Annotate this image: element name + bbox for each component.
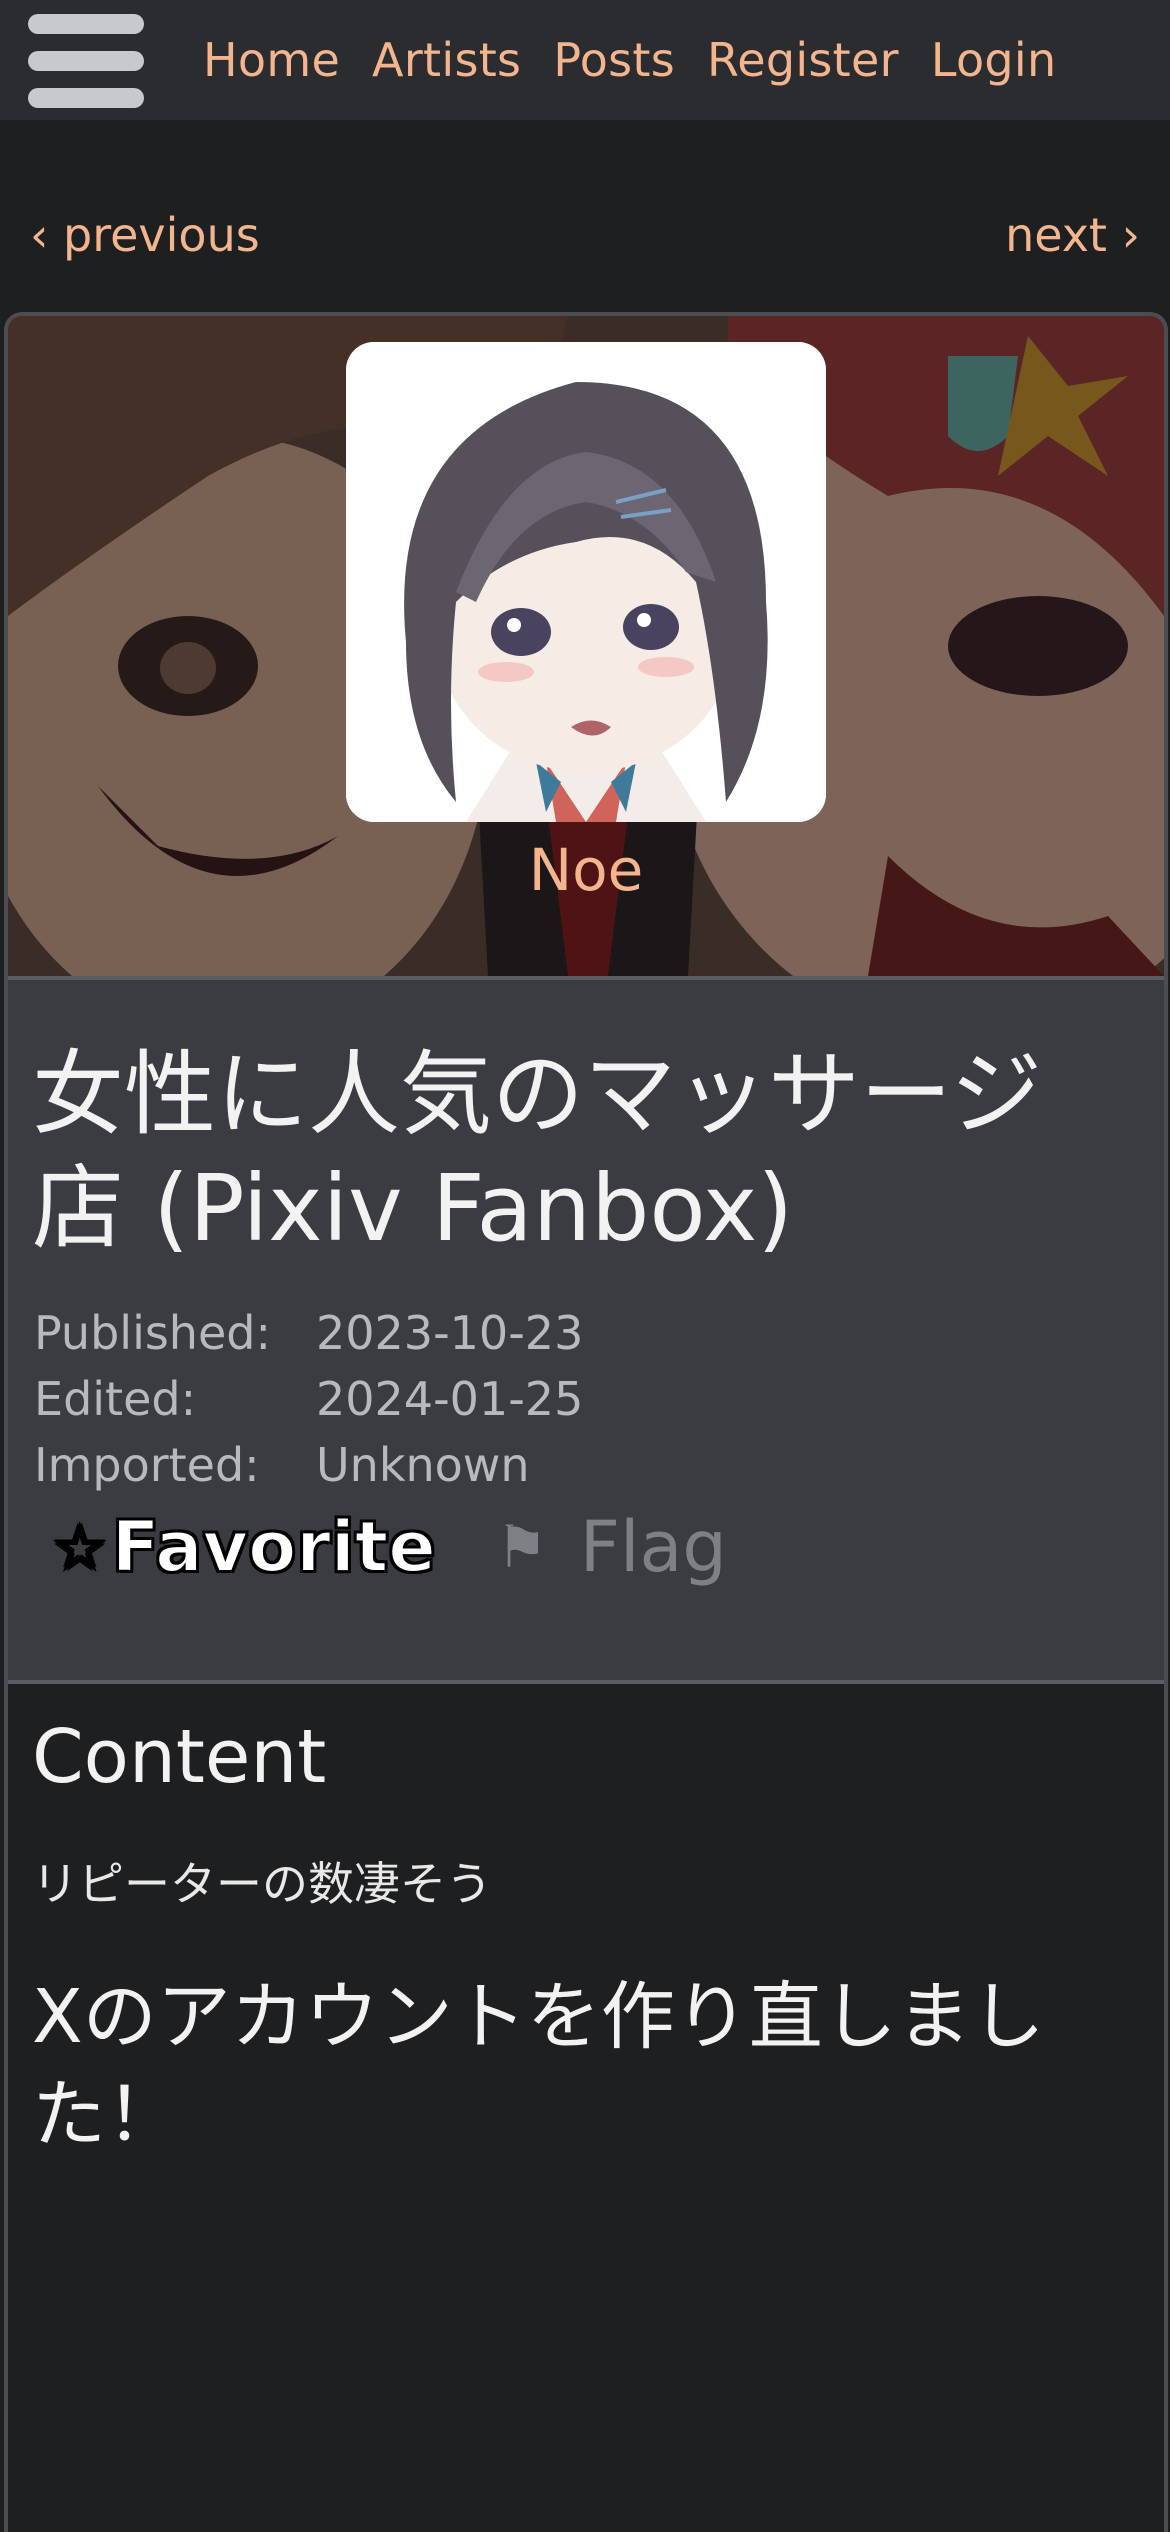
meta-key: Published: [34, 1306, 271, 1360]
avatar-image [346, 342, 826, 822]
artist-avatar[interactable] [346, 342, 826, 822]
nav-link-posts[interactable]: Posts [553, 33, 675, 87]
flag-icon: ⚑ [495, 1513, 548, 1581]
post-card: Noe 女性に人気のマッサージ店 (Pixiv Fanbox) Publishe… [4, 312, 1168, 2532]
post-title: 女性に人気のマッサージ店 (Pixiv Fanbox) [32, 1041, 1043, 1262]
nav-link-login[interactable]: Login [931, 33, 1057, 87]
star-outline-icon: ☆ [51, 1510, 109, 1585]
nav-links: Home Artists Posts Register Login [203, 0, 1056, 120]
nav-link-home[interactable]: Home [203, 33, 340, 87]
post-actions: ☆ Favorite ⚑ Flag [51, 1502, 727, 1592]
meta-imported: Imported: Unknown [34, 1432, 583, 1498]
meta-value: 2024-01-25 [316, 1372, 584, 1426]
favorite-label: Favorite [111, 1505, 437, 1589]
post-meta: Published: 2023-10-23 Edited: 2024-01-25… [34, 1300, 583, 1498]
meta-value: Unknown [316, 1438, 530, 1492]
post-pager: ‹ previous next › [0, 200, 1170, 274]
post-content: Content リピーターの数凄そう Xのアカウントを作り直しました！ [32, 1712, 1142, 2164]
meta-edited: Edited: 2024-01-25 [34, 1366, 583, 1432]
meta-key: Edited: [34, 1372, 197, 1426]
content-heading: Content [32, 1714, 327, 1800]
top-nav: Home Artists Posts Register Login [0, 0, 1170, 120]
post-info: 女性に人気のマッサージ店 (Pixiv Fanbox) Published: 2… [8, 976, 1164, 1684]
meta-key: Imported: [34, 1438, 260, 1492]
artist-name[interactable]: Noe [8, 836, 1164, 904]
favorite-button[interactable]: ☆ Favorite [51, 1505, 437, 1589]
nav-link-artists[interactable]: Artists [372, 33, 521, 87]
next-link[interactable]: next › [1005, 208, 1140, 262]
flag-button[interactable]: ⚑ Flag [496, 1506, 727, 1588]
nav-link-register[interactable]: Register [707, 33, 899, 87]
flag-label: Flag [579, 1506, 727, 1588]
hamburger-menu-icon[interactable] [28, 14, 144, 108]
content-paragraph: リピーターの数凄そう [32, 1857, 492, 1911]
artist-banner: Noe [8, 316, 1164, 976]
meta-value: 2023-10-23 [316, 1306, 584, 1360]
previous-link[interactable]: ‹ previous [30, 208, 260, 262]
meta-published: Published: 2023-10-23 [34, 1300, 583, 1366]
content-paragraph: Xのアカウントを作り直しました！ [32, 1974, 1045, 2158]
